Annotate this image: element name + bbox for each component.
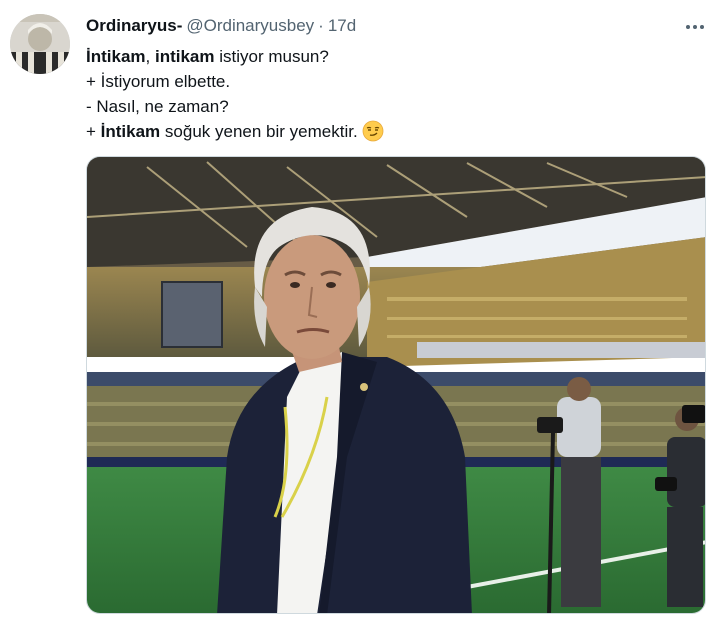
avatar-image <box>10 14 70 74</box>
smirking-face-emoji <box>362 120 384 142</box>
author-avatar[interactable] <box>10 14 70 74</box>
text-segment: , <box>145 47 155 66</box>
author-display-name[interactable]: Ordinaryus- <box>86 16 182 36</box>
text-segment: + <box>86 122 101 141</box>
tweet-card[interactable]: Ordinaryus- @Ordinaryusbey · 17d İntikam… <box>0 0 720 620</box>
text-segment: + İstiyorum elbette. <box>86 72 231 91</box>
tweet-text: İntikam, intikam istiyor musun? + İstiyo… <box>86 44 686 144</box>
text-segment: - Nasıl, ne zaman? <box>86 97 229 116</box>
tweet-line-2: + İstiyorum elbette. <box>86 69 686 94</box>
text-bold-intikam: intikam <box>154 47 215 66</box>
tweet-line-3: - Nasıl, ne zaman? <box>86 94 686 119</box>
stadium-photo <box>87 157 705 613</box>
tweet-line-1: İntikam, intikam istiyor musun? <box>86 44 686 69</box>
tweet-line-4: + İntikam soğuk yenen bir yemektir. <box>86 119 686 144</box>
text-segment: istiyor musun? <box>214 47 329 66</box>
author-handle[interactable]: @Ordinaryusbey <box>186 16 314 36</box>
tweet-header: Ordinaryus- @Ordinaryusbey · 17d <box>86 16 356 38</box>
tweet-timestamp[interactable]: 17d <box>328 16 356 36</box>
text-bold-intikam: İntikam <box>86 47 146 66</box>
text-segment: soğuk yenen bir yemektir. <box>160 122 358 141</box>
tweet-photo[interactable] <box>86 156 706 614</box>
header-separator: · <box>318 16 324 35</box>
more-options-icon[interactable] <box>682 16 708 38</box>
text-bold-intikam: İntikam <box>100 122 161 141</box>
